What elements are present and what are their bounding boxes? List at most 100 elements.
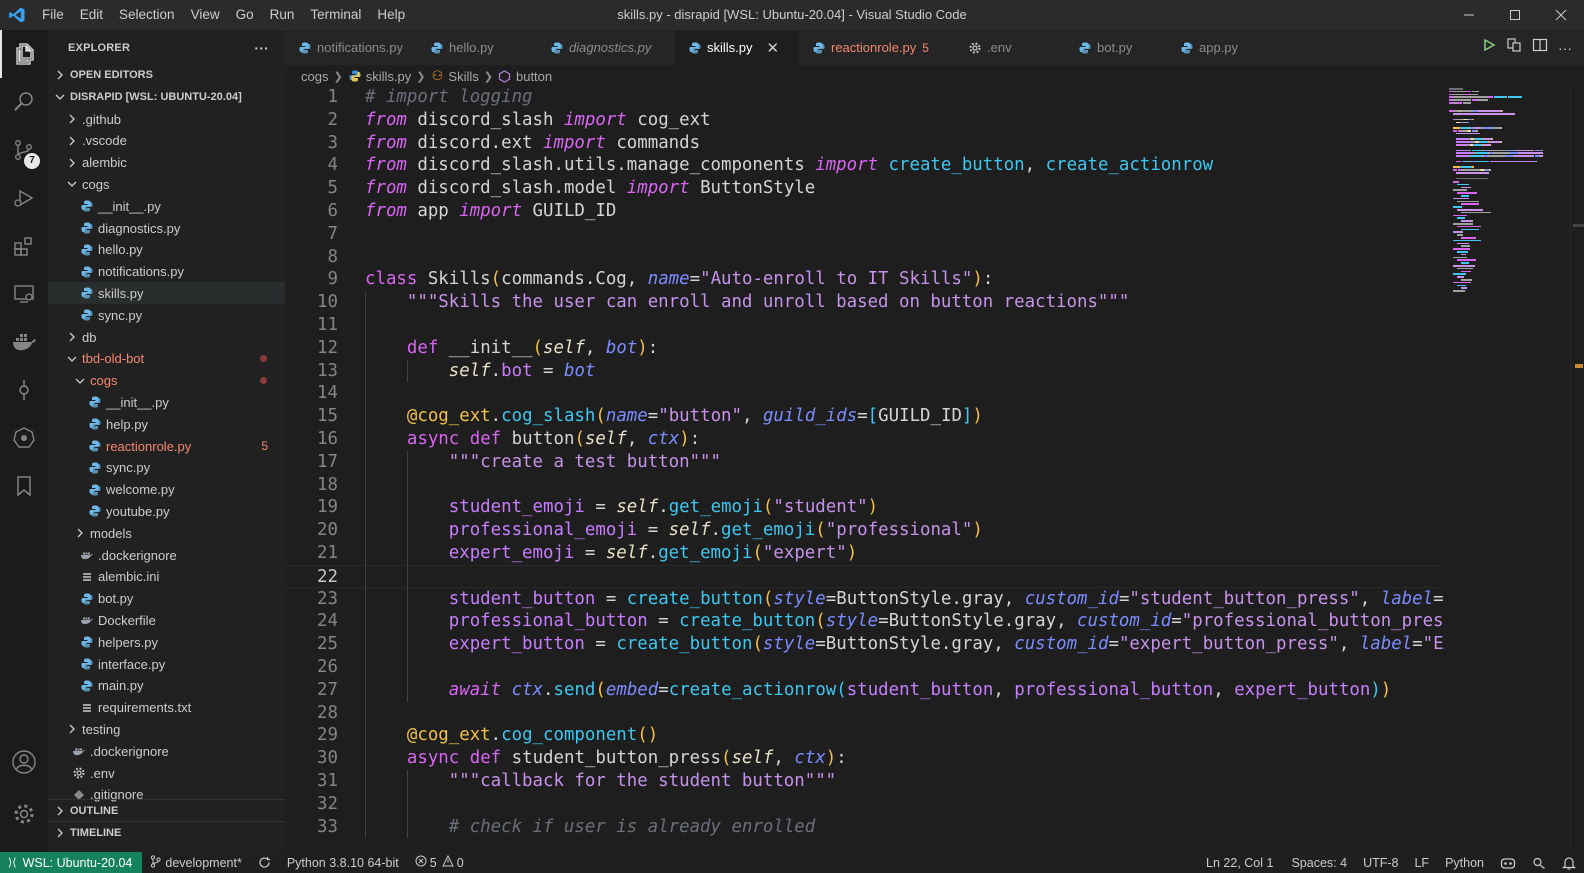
code-line[interactable]: 29 @cog_ext.cog_component()	[285, 724, 1445, 747]
menu-selection[interactable]: Selection	[111, 0, 183, 30]
python-interpreter[interactable]: Python 3.8.10 64-bit	[279, 852, 407, 873]
code-line[interactable]: 26	[285, 656, 1445, 679]
close-window-button[interactable]	[1538, 0, 1584, 30]
code-line[interactable]: 22	[285, 564, 1445, 588]
language-mode[interactable]: Python	[1437, 852, 1492, 873]
copilot-icon[interactable]	[1492, 852, 1524, 873]
menu-edit[interactable]: Edit	[72, 0, 111, 30]
code-line[interactable]: 9 class Skills(commands.Cog, name="Auto-e…	[285, 268, 1445, 291]
code-line[interactable]: 25 expert_button = create_button(style=B…	[285, 633, 1445, 656]
run-debug-icon[interactable]	[0, 174, 48, 222]
indentation[interactable]: Spaces: 4	[1283, 852, 1355, 873]
code-line[interactable]: 14	[285, 382, 1445, 405]
notifications-bell-icon[interactable]	[1554, 852, 1584, 873]
outline-section[interactable]: OUTLINE	[48, 799, 285, 822]
tree-file[interactable]: Dockerfile	[48, 609, 285, 631]
close-icon[interactable]: ✕	[767, 39, 780, 57]
remote-indicator[interactable]: ⟩⟨ WSL: Ubuntu-20.04	[0, 852, 143, 873]
menu-terminal[interactable]: Terminal	[302, 0, 369, 30]
tree-file[interactable]: diagnostics.py	[48, 217, 285, 239]
tree-folder[interactable]: alembic	[48, 152, 285, 174]
code-line[interactable]: 13 self.bot = bot	[285, 360, 1445, 383]
source-control-icon[interactable]: 7	[0, 126, 48, 174]
tab-reactionrole-py[interactable]: reactionrole.py 5	[799, 30, 955, 65]
tab-skills-py[interactable]: skills.py ✕	[675, 30, 799, 65]
code-line[interactable]: 5 from discord_slash.model import ButtonS…	[285, 177, 1445, 200]
maximize-button[interactable]	[1492, 0, 1538, 30]
tree-file[interactable]: help.py	[48, 413, 285, 435]
breadcrumb-file[interactable]: skills.py	[366, 69, 412, 84]
extensions-icon[interactable]	[0, 222, 48, 270]
feedback-icon[interactable]	[1524, 852, 1554, 873]
code-line[interactable]: 2 from discord_slash import cog_ext	[285, 109, 1445, 132]
tree-file[interactable]: .dockerignore	[48, 544, 285, 566]
tab-hello-py[interactable]: hello.py	[417, 30, 537, 65]
timeline-commit-icon[interactable]	[0, 366, 48, 414]
menu-run[interactable]: Run	[262, 0, 303, 30]
tree-folder[interactable]: .vscode	[48, 130, 285, 152]
code-line[interactable]: 19 student_emoji = self.get_emoji("stude…	[285, 496, 1445, 519]
code-line[interactable]: 17 """create a test button"""	[285, 451, 1445, 474]
tab-diagnostics-py[interactable]: diagnostics.py	[537, 30, 675, 65]
code-line[interactable]: 27 await ctx.send(embed=create_actionrow…	[285, 679, 1445, 702]
open-changes-icon[interactable]	[1506, 37, 1522, 58]
code-editor[interactable]: 1 # import logging 2 from discord_slash imp…	[285, 86, 1445, 852]
open-editors-section[interactable]: OPEN EDITORS	[48, 64, 285, 86]
menu-help[interactable]: Help	[369, 0, 413, 30]
tree-file[interactable]: helpers.py	[48, 631, 285, 653]
code-line[interactable]: 12 def __init__(self, bot):	[285, 337, 1445, 360]
explorer-icon[interactable]	[0, 30, 48, 78]
tree-file[interactable]: notifications.py	[48, 261, 285, 283]
tab-env[interactable]: .env	[955, 30, 1065, 65]
tree-file[interactable]: .dockerignore	[48, 740, 285, 762]
tree-file[interactable]: requirements.txt	[48, 697, 285, 719]
code-line[interactable]: 7	[285, 223, 1445, 246]
tree-file[interactable]: sync.py	[48, 457, 285, 479]
tree-folder[interactable]: testing	[48, 718, 285, 740]
code-line[interactable]: 30 async def student_button_press(self, …	[285, 747, 1445, 770]
tree-file[interactable]: welcome.py	[48, 479, 285, 501]
code-line[interactable]: 33 # check if user is already enrolled	[285, 816, 1445, 839]
branch-indicator[interactable]: development*	[142, 852, 249, 873]
remote-explorer-icon[interactable]	[0, 270, 48, 318]
tree-file[interactable]: bot.py	[48, 588, 285, 610]
run-file-icon[interactable]	[1482, 38, 1496, 57]
tree-file[interactable]: youtube.py	[48, 500, 285, 522]
bookmark-icon[interactable]	[0, 462, 48, 510]
code-line[interactable]: 10 """Skills the user can enroll and unr…	[285, 291, 1445, 314]
docker-icon[interactable]	[0, 318, 48, 366]
search-icon[interactable]	[0, 78, 48, 126]
tree-folder[interactable]: cogs	[48, 370, 285, 392]
tree-file[interactable]: interface.py	[48, 653, 285, 675]
tree-file[interactable]: hello.py	[48, 239, 285, 261]
code-line[interactable]: 18	[285, 474, 1445, 497]
menu-file[interactable]: File	[34, 0, 72, 30]
cursor-position[interactable]: Ln 22, Col 1	[1196, 852, 1283, 873]
code-line[interactable]: 15 @cog_ext.cog_slash(name="button", gui…	[285, 405, 1445, 428]
tree-folder[interactable]: tbd-old-bot	[48, 348, 285, 370]
tree-file[interactable]: skills.py	[48, 282, 285, 305]
code-line[interactable]: 8	[285, 246, 1445, 269]
end-of-line[interactable]: LF	[1406, 852, 1437, 873]
more-actions-icon[interactable]: ···	[1558, 40, 1572, 56]
tree-file[interactable]: sync.py	[48, 304, 285, 326]
tree-folder[interactable]: db	[48, 326, 285, 348]
tree-folder[interactable]: .github	[48, 108, 285, 130]
code-line[interactable]: 20 professional_emoji = self.get_emoji("…	[285, 519, 1445, 542]
minimize-button[interactable]	[1446, 0, 1492, 30]
account-icon[interactable]	[0, 738, 48, 786]
editor-scrollbar[interactable]	[1570, 86, 1584, 852]
tree-folder[interactable]: cogs	[48, 173, 285, 195]
tree-file[interactable]: __init__.py	[48, 391, 285, 413]
menu-go[interactable]: Go	[228, 0, 262, 30]
code-line[interactable]: 31 """callback for the student button"""	[285, 770, 1445, 793]
minimap[interactable]	[1445, 86, 1570, 852]
code-line[interactable]: 32	[285, 793, 1445, 816]
settings-gear-icon[interactable]	[0, 790, 48, 838]
code-line[interactable]: 16 async def button(self, ctx):	[285, 428, 1445, 451]
tree-file[interactable]: main.py	[48, 675, 285, 697]
code-line[interactable]: 11	[285, 314, 1445, 337]
tree-file[interactable]: .env	[48, 762, 285, 784]
workspace-section[interactable]: DISRAPID [WSL: UBUNTU-20.04]	[48, 86, 285, 108]
breadcrumb-folder[interactable]: cogs	[301, 69, 328, 84]
